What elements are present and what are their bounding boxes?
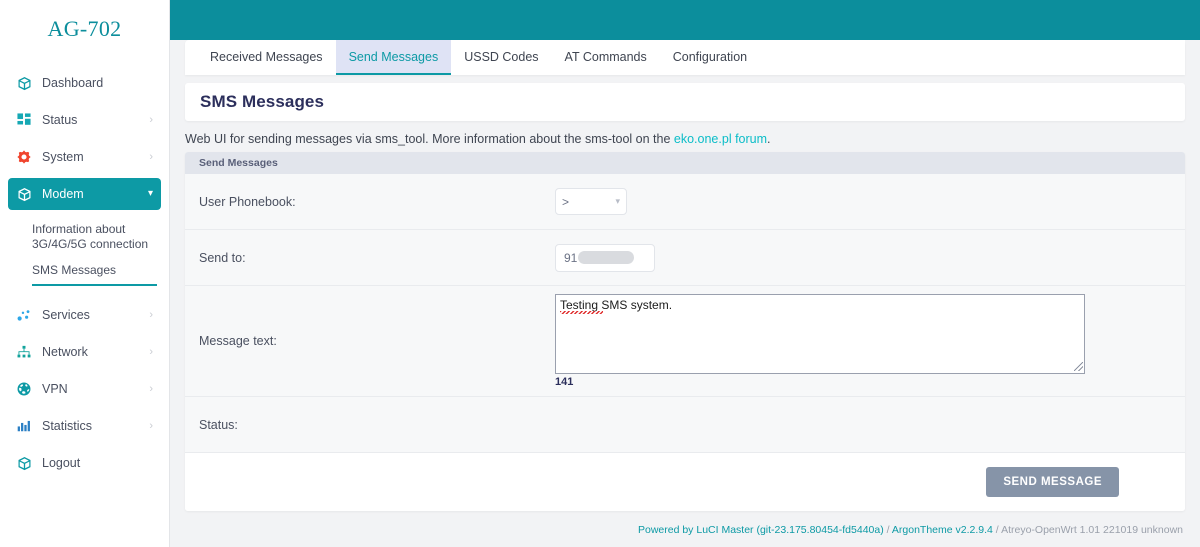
message-text-input[interactable]: [555, 294, 1085, 374]
user-phonebook-label: User Phonebook:: [185, 195, 555, 209]
sidebar-item-network[interactable]: Network ›: [8, 336, 161, 368]
row-user-phonebook: User Phonebook: > ▾: [185, 174, 1185, 230]
tab-ussd-codes[interactable]: USSD Codes: [451, 40, 551, 75]
tab-received-messages[interactable]: Received Messages: [197, 40, 336, 75]
tab-at-commands[interactable]: AT Commands: [552, 40, 660, 75]
grid-icon: [14, 111, 34, 129]
nodes-icon: [14, 306, 34, 324]
app-root: AG-702 Dashboard Status ›: [0, 0, 1200, 547]
user-phonebook-selected-value: >: [562, 195, 569, 209]
sidebar-item-services[interactable]: Services ›: [8, 299, 161, 331]
row-send-to: Send to: 91: [185, 230, 1185, 286]
sidebar-item-logout[interactable]: Logout: [8, 447, 161, 479]
sidebar-item-label: Logout: [42, 456, 80, 470]
tab-bar-filler: [760, 40, 1185, 75]
send-messages-panel: Send Messages User Phonebook: > ▾ Send t…: [185, 152, 1185, 511]
page-description: Web UI for sending messages via sms_tool…: [185, 132, 1185, 146]
page-title-card: SMS Messages: [185, 83, 1185, 121]
sidebar: AG-702 Dashboard Status ›: [0, 0, 170, 547]
sidebar-item-label: Dashboard: [42, 76, 103, 90]
send-to-field: 91: [555, 244, 1185, 272]
character-count: 141: [555, 376, 1171, 388]
sidebar-item-dashboard[interactable]: Dashboard: [8, 67, 161, 99]
description-text-after: .: [767, 132, 770, 146]
sidebar-item-vpn[interactable]: VPN ›: [8, 373, 161, 405]
chevron-right-icon: ›: [149, 384, 153, 395]
globe-icon: [14, 380, 34, 398]
sidebar-item-statistics[interactable]: Statistics ›: [8, 410, 161, 442]
send-message-button[interactable]: SEND MESSAGE: [986, 467, 1119, 497]
footer-theme-link[interactable]: ArgonTheme v2.2.9.4: [892, 524, 993, 536]
gear-icon: [14, 148, 34, 166]
status-label: Status:: [185, 418, 555, 432]
send-to-input[interactable]: 91: [555, 244, 655, 272]
chevron-right-icon: ›: [149, 152, 153, 163]
eko-forum-link[interactable]: eko.one.pl forum: [674, 132, 767, 146]
user-phonebook-field: > ▾: [555, 188, 1185, 215]
cube-icon: [14, 74, 34, 92]
tab-configuration[interactable]: Configuration: [660, 40, 760, 75]
footer-firmware-version: Atreyo-OpenWrt 1.01 221019 unknown: [1001, 524, 1183, 536]
brand-title: AG-702: [0, 0, 169, 58]
footer: Powered by LuCI Master (git-23.175.80454…: [185, 524, 1185, 542]
footer-separator-2: /: [993, 524, 1001, 536]
chevron-down-icon: ▾: [148, 189, 153, 199]
redacted-number-block: [578, 251, 634, 264]
sidebar-item-label: Network: [42, 345, 88, 359]
sidebar-submenu-modem: Information about 3G/4G/5G connection SM…: [0, 215, 169, 294]
description-text-before: Web UI for sending messages via sms_tool…: [185, 132, 674, 146]
chevron-down-icon: ▾: [615, 196, 620, 207]
sidebar-item-system[interactable]: System ›: [8, 141, 161, 173]
sidebar-item-label: Statistics: [42, 419, 92, 433]
sidebar-item-label: VPN: [42, 382, 68, 396]
send-to-value: 91: [564, 251, 577, 265]
message-text-label: Message text:: [185, 334, 555, 348]
panel-section-header: Send Messages: [185, 152, 1185, 174]
row-message-text: Message text: 141: [185, 286, 1185, 397]
cube-icon: [14, 185, 34, 203]
sidebar-nav: Dashboard Status › System: [0, 58, 169, 479]
cube-icon: [14, 454, 34, 472]
panel-actions: SEND MESSAGE: [185, 453, 1185, 511]
sidebar-subitem-sms-messages[interactable]: SMS Messages: [32, 258, 157, 286]
footer-luci-link[interactable]: Powered by LuCI Master (git-23.175.80454…: [638, 524, 884, 536]
chevron-right-icon: ›: [149, 421, 153, 432]
chevron-right-icon: ›: [149, 115, 153, 126]
sidebar-subitem-connection-info[interactable]: Information about 3G/4G/5G connection: [32, 217, 157, 258]
sidebar-item-modem[interactable]: Modem ▾: [8, 178, 161, 210]
footer-separator-1: /: [884, 524, 892, 536]
send-to-label: Send to:: [185, 251, 555, 265]
chevron-right-icon: ›: [149, 347, 153, 358]
main-content: Received Messages Send Messages USSD Cod…: [170, 0, 1200, 547]
row-status: Status:: [185, 397, 1185, 453]
sidebar-item-label: Modem: [42, 187, 84, 201]
sidebar-item-label: System: [42, 150, 84, 164]
sitemap-icon: [14, 343, 34, 361]
message-textarea-wrapper: [555, 294, 1085, 374]
chevron-right-icon: ›: [149, 310, 153, 321]
user-phonebook-select[interactable]: > ▾: [555, 188, 627, 215]
message-text-field: 141: [555, 294, 1185, 388]
tab-send-messages[interactable]: Send Messages: [336, 40, 452, 75]
bar-chart-icon: [14, 417, 34, 435]
sidebar-item-status[interactable]: Status ›: [8, 104, 161, 136]
sidebar-item-label: Status: [42, 113, 77, 127]
tab-bar: Received Messages Send Messages USSD Cod…: [185, 40, 1185, 75]
sidebar-item-label: Services: [42, 308, 90, 322]
page-title: SMS Messages: [200, 92, 324, 112]
